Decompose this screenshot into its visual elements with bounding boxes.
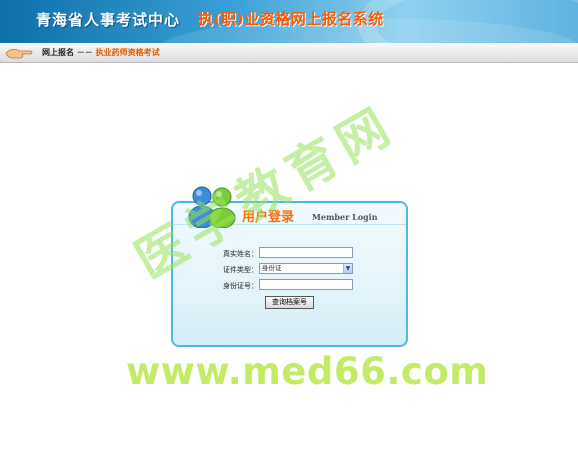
real-name-input[interactable] bbox=[259, 247, 353, 258]
system-title: 执(职)业资格网上报名系统 bbox=[198, 10, 384, 28]
id-number-label: 身份证号： bbox=[223, 282, 258, 290]
breadcrumb-root[interactable]: 网上报名 bbox=[42, 48, 74, 57]
hand-pointer-icon bbox=[5, 49, 33, 59]
watermark-url: www.med66.com bbox=[126, 350, 489, 393]
query-archive-button[interactable]: 查询档案号 bbox=[265, 296, 314, 309]
breadcrumb-separator: －－ bbox=[76, 48, 93, 57]
breadcrumb-current: 执业药师资格考试 bbox=[95, 48, 160, 57]
header-banner: 青海省人事考试中心 执(职)业资格网上报名系统 bbox=[0, 0, 578, 43]
id-type-label: 证件类型： bbox=[223, 266, 258, 274]
id-type-select[interactable]: 身份证 ▼ bbox=[259, 263, 353, 274]
breadcrumb-bar: 网上报名 －－ 执业药师资格考试 bbox=[0, 43, 578, 63]
banner-swoosh bbox=[358, 0, 578, 43]
site-title: 青海省人事考试中心 bbox=[36, 11, 181, 29]
chevron-down-icon[interactable]: ▼ bbox=[343, 264, 352, 273]
breadcrumb: 网上报名 －－ 执业药师资格考试 bbox=[42, 47, 160, 58]
id-number-input[interactable] bbox=[259, 279, 353, 290]
login-title-en: Member Login bbox=[312, 212, 378, 222]
id-type-value: 身份证 bbox=[262, 264, 282, 272]
